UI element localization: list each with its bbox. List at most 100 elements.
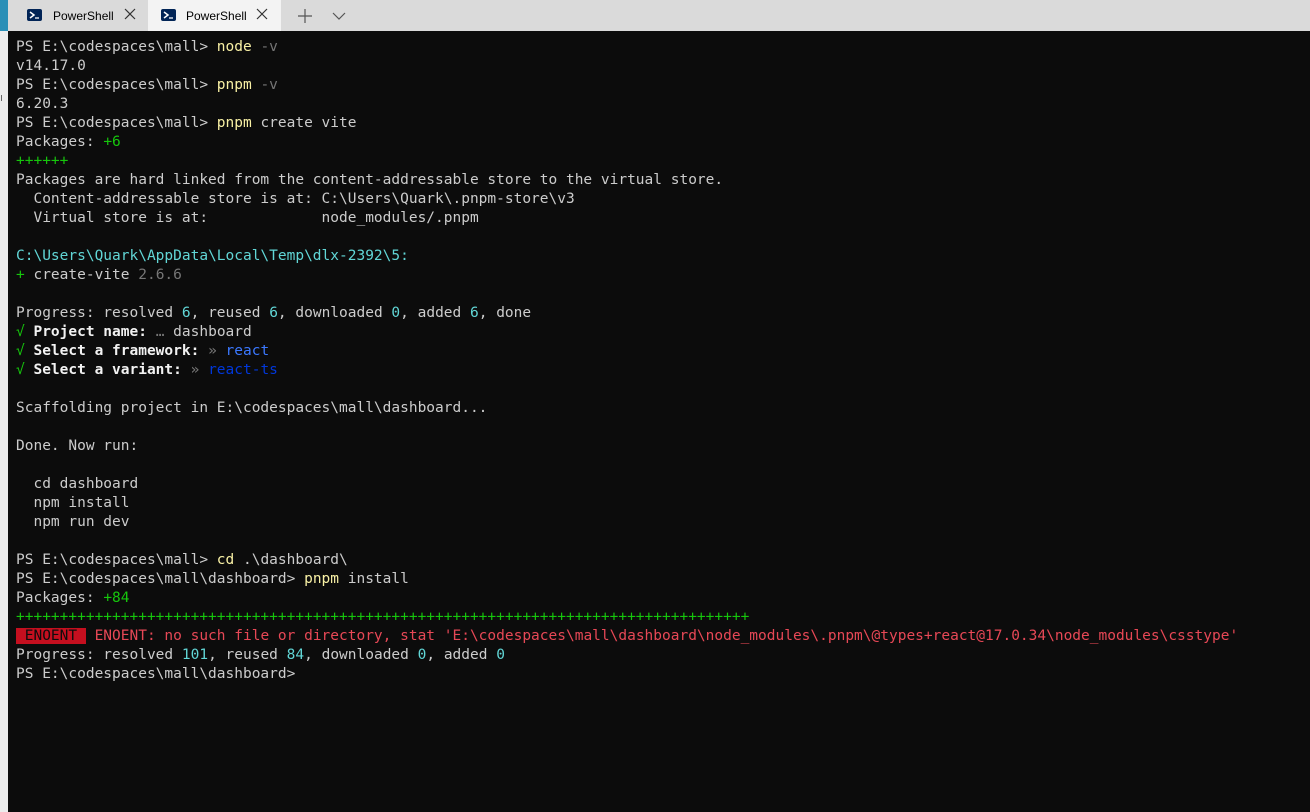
prompt-question: Select a framework: — [33, 343, 200, 359]
prompt-separator: » — [181, 362, 209, 378]
command-args: -v — [251, 39, 278, 55]
prompt: PS E:\codespaces\mall> — [16, 552, 217, 568]
terminal-line: C:\Users\Quark\AppData\Local\Temp\dlx-23… — [16, 248, 409, 264]
command-args: -v — [251, 77, 278, 93]
close-icon[interactable] — [124, 8, 136, 20]
prompt-question: Select a variant: — [33, 362, 182, 378]
prompt-answer: react-ts — [208, 362, 278, 378]
prompt-answer: dashboard — [173, 324, 252, 340]
package-version: 2.6.6 — [138, 267, 182, 283]
window-left-edge — [0, 31, 8, 812]
prompt: PS E:\codespaces\mall> — [16, 115, 217, 131]
progress-text: , reused — [208, 647, 287, 663]
window-accent-edge — [0, 0, 8, 31]
progress-number: 84 — [286, 647, 305, 663]
command: pnpm — [304, 571, 340, 587]
plus-sign: + — [16, 267, 34, 283]
terminal-line: √ Select a framework: » react — [16, 342, 1306, 361]
progress-text: Progress: resolved — [16, 305, 182, 321]
packages-count: +6 — [103, 134, 121, 150]
terminal-line: Content-addressable store is at: C:\User… — [16, 191, 575, 207]
packages-label: Packages: — [16, 134, 104, 150]
terminal-output: PS E:\codespaces\mall> node -v v14.17.0 … — [16, 38, 1306, 684]
terminal-line: Packages are hard linked from the conten… — [16, 172, 724, 188]
tab-bar: PowerShell PowerShell — [0, 0, 1310, 31]
command-args: create vite — [251, 115, 357, 131]
tab-powershell-1[interactable]: PowerShell — [8, 0, 148, 31]
prompt: PS E:\codespaces\mall> — [16, 39, 217, 55]
terminal-line: Packages: +84 — [16, 589, 1306, 608]
terminal-line: npm install — [16, 495, 130, 511]
progress-text: , done — [478, 305, 532, 321]
progress-number: 6 — [181, 305, 191, 321]
error-badge: ENOENT — [16, 628, 86, 644]
terminal-line: cd dashboard — [16, 476, 139, 492]
progress-number: 6 — [269, 305, 278, 321]
progress-text: Progress: resolved — [16, 647, 182, 663]
terminal-line: PS E:\codespaces\mall> node -v — [16, 38, 1306, 57]
tab-powershell-2[interactable]: PowerShell — [148, 0, 281, 31]
terminal-line: √ Project name: … dashboard — [16, 323, 1306, 342]
progress-text: , downloaded — [277, 305, 392, 321]
command: cd — [216, 552, 235, 568]
terminal-line: Progress: resolved 101, reused 84, downl… — [16, 646, 1306, 665]
packages-label: Packages: — [16, 590, 104, 606]
terminal-scrollbar[interactable] — [1306, 31, 1310, 812]
tab-label: PowerShell — [186, 9, 247, 23]
powershell-icon — [27, 9, 42, 21]
terminal-line: PS E:\codespaces\mall> pnpm -v — [16, 76, 1306, 95]
prompt-answer: react — [225, 343, 270, 359]
close-icon[interactable] — [256, 8, 268, 20]
progress-text: , downloaded — [304, 647, 418, 663]
check-icon: √ — [16, 343, 34, 359]
new-tab-plus-icon[interactable] — [298, 8, 312, 23]
terminal-line: Packages: +6 — [16, 133, 1306, 152]
chevron-down-icon[interactable] — [332, 8, 346, 22]
terminal-line: 6.20.3 — [16, 96, 69, 112]
progress-text: , added — [400, 305, 470, 321]
terminal-pane[interactable]: PS E:\codespaces\mall> node -v v14.17.0 … — [0, 31, 1310, 812]
terminal-line: Virtual store is at: node_modules/.pnpm — [16, 210, 479, 226]
command: pnpm — [216, 115, 252, 131]
terminal-line: PS E:\codespaces\mall> pnpm create vite — [16, 114, 1306, 133]
terminal-line: Scaffolding project in E:\codespaces\mal… — [16, 400, 488, 416]
terminal-line: ++++++ — [16, 153, 69, 169]
terminal-line: ++++++++++++++++++++++++++++++++++++++++… — [16, 609, 750, 625]
check-icon: √ — [16, 362, 34, 378]
command: pnpm — [216, 77, 252, 93]
terminal-line: v14.17.0 — [16, 58, 86, 74]
progress-number: 0 — [496, 647, 505, 663]
terminal-line: + create-vite 2.6.6 — [16, 266, 1306, 285]
command-args: install — [339, 571, 409, 587]
progress-text: , added — [426, 647, 497, 663]
terminal-line: √ Select a variant: » react-ts — [16, 361, 1306, 380]
tab-label: PowerShell — [53, 9, 114, 23]
powershell-icon — [161, 9, 176, 21]
terminal-line: Done. Now run: — [16, 438, 139, 454]
terminal-line: Progress: resolved 6, reused 6, download… — [16, 304, 1306, 323]
progress-number: 0 — [391, 305, 401, 321]
prompt: PS E:\codespaces\mall> — [16, 77, 217, 93]
prompt-question: Project name: — [33, 324, 147, 340]
terminal-line: npm run dev — [16, 514, 130, 530]
error-message: ENOENT: no such file or directory, stat … — [85, 628, 1239, 644]
progress-text: , reused — [190, 305, 270, 321]
package-name: create-vite — [33, 267, 139, 283]
check-icon: √ — [16, 324, 34, 340]
terminal-line: PS E:\codespaces\mall\dashboard> pnpm in… — [16, 570, 1306, 589]
prompt-separator: » — [199, 343, 226, 359]
terminal-line: ENOENT ENOENT: no such file or directory… — [16, 627, 1306, 646]
command-args: .\dashboard\ — [234, 552, 348, 568]
command: node — [216, 39, 252, 55]
progress-number: 101 — [181, 647, 209, 663]
prompt-separator: … — [146, 324, 174, 340]
terminal-line: PS E:\codespaces\mall> cd .\dashboard\ — [16, 551, 1306, 570]
current-prompt-line[interactable]: PS E:\codespaces\mall\dashboard> — [16, 665, 1306, 684]
prompt: PS E:\codespaces\mall\dashboard> — [16, 571, 305, 587]
packages-count: +84 — [103, 590, 130, 606]
